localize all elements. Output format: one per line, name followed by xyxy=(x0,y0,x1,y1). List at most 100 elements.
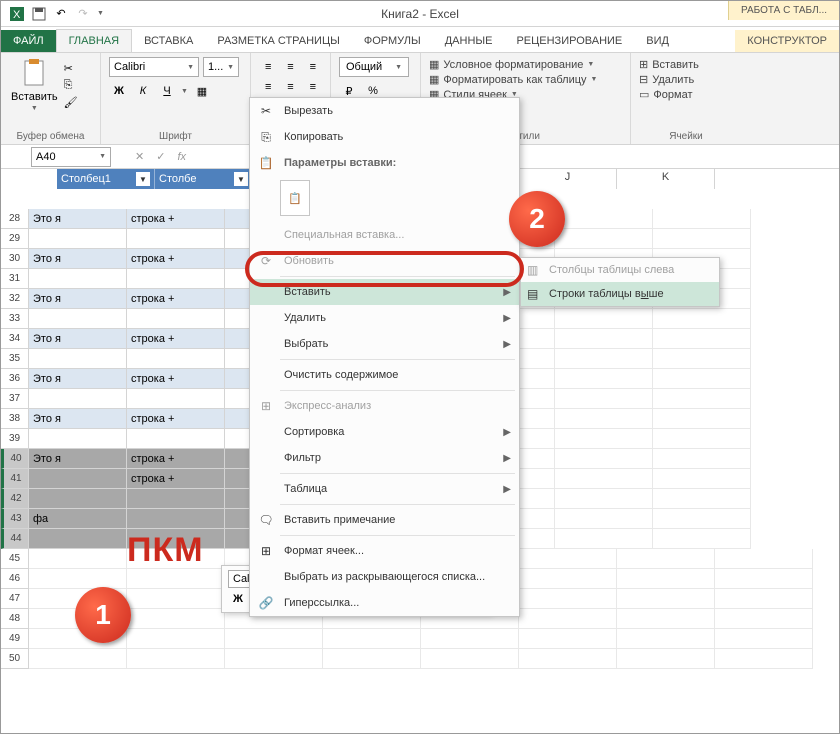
undo-icon[interactable]: ↶ xyxy=(53,6,69,22)
cell-empty[interactable] xyxy=(653,489,751,509)
sub-rows-above[interactable]: ▤Строки таблицы выше xyxy=(521,282,719,306)
cell-empty[interactable] xyxy=(653,369,751,389)
row-header[interactable]: 32 xyxy=(1,289,29,309)
cell[interactable]: строка + xyxy=(127,449,225,469)
format-as-table-button[interactable]: ▦Форматировать как таблицу▼ xyxy=(429,72,622,87)
cell-empty[interactable] xyxy=(715,549,813,569)
cell-empty[interactable] xyxy=(225,649,323,669)
cell-empty[interactable] xyxy=(555,369,653,389)
cell-empty[interactable] xyxy=(653,509,751,529)
cell[interactable] xyxy=(29,389,127,409)
ctx-copy[interactable]: ⎘Копировать xyxy=(250,124,519,150)
cell[interactable]: строка + xyxy=(127,369,225,389)
cell[interactable]: строка + xyxy=(127,209,225,229)
cell[interactable]: строка + xyxy=(127,289,225,309)
row-header[interactable]: 43 xyxy=(1,509,29,529)
cell-empty[interactable] xyxy=(653,309,751,329)
save-icon[interactable] xyxy=(31,6,47,22)
copy-icon[interactable]: ⎘ xyxy=(64,79,78,92)
cell-empty[interactable] xyxy=(127,649,225,669)
cell-empty[interactable] xyxy=(653,529,751,549)
align-top-icon[interactable]: ≡ xyxy=(259,57,277,77)
cell[interactable]: строка + xyxy=(127,329,225,349)
cell[interactable] xyxy=(127,309,225,329)
cell[interactable] xyxy=(127,229,225,249)
cell-empty[interactable] xyxy=(127,589,225,609)
cell[interactable]: Это я xyxy=(29,209,127,229)
ctx-delete[interactable]: Удалить▶ xyxy=(250,305,519,331)
row-header[interactable]: 34 xyxy=(1,329,29,349)
mini-bold[interactable]: Ж xyxy=(228,589,248,609)
cell-empty[interactable] xyxy=(715,649,813,669)
ctx-filter[interactable]: Фильтр▶ xyxy=(250,445,519,471)
row-header[interactable]: 30 xyxy=(1,249,29,269)
cell[interactable]: Это я xyxy=(29,409,127,429)
tab-page-layout[interactable]: РАЗМЕТКА СТРАНИЦЫ xyxy=(205,30,351,52)
cell-empty[interactable] xyxy=(519,629,617,649)
cut-icon[interactable]: ✂ xyxy=(64,62,78,75)
ctx-sort[interactable]: Сортировка▶ xyxy=(250,419,519,445)
format-painter-icon[interactable]: 🖌 xyxy=(64,96,78,109)
cell-empty[interactable] xyxy=(653,389,751,409)
row-header[interactable]: 33 xyxy=(1,309,29,329)
row-header[interactable]: 39 xyxy=(1,429,29,449)
paste-button[interactable]: Вставить ▼ xyxy=(9,57,60,114)
cell-empty[interactable] xyxy=(555,469,653,489)
cell[interactable]: Это я xyxy=(29,289,127,309)
row-header[interactable]: 38 xyxy=(1,409,29,429)
cell-empty[interactable] xyxy=(653,449,751,469)
cell[interactable] xyxy=(29,469,127,489)
ctx-hyperlink[interactable]: 🔗Гиперссылка... xyxy=(250,590,519,616)
cell[interactable] xyxy=(127,389,225,409)
cell-empty[interactable] xyxy=(555,209,653,229)
cell-empty[interactable] xyxy=(617,589,715,609)
cell-empty[interactable] xyxy=(653,409,751,429)
cell-empty[interactable] xyxy=(617,549,715,569)
cell-empty[interactable] xyxy=(421,629,519,649)
cell-empty[interactable] xyxy=(653,229,751,249)
cell-empty[interactable] xyxy=(555,429,653,449)
align-bot-icon[interactable]: ≡ xyxy=(304,57,322,77)
underline-button[interactable]: Ч xyxy=(157,81,177,101)
cell-empty[interactable] xyxy=(225,629,323,649)
cell-empty[interactable] xyxy=(127,569,225,589)
cell[interactable] xyxy=(29,349,127,369)
cell[interactable] xyxy=(29,229,127,249)
cell-empty[interactable] xyxy=(653,329,751,349)
tab-insert[interactable]: ВСТАВКА xyxy=(132,30,205,52)
row-header[interactable]: 42 xyxy=(1,489,29,509)
ctx-cut[interactable]: ✂Вырезать xyxy=(250,98,519,124)
cell-empty[interactable] xyxy=(715,609,813,629)
bold-button[interactable]: Ж xyxy=(109,81,129,101)
cell-empty[interactable] xyxy=(617,569,715,589)
cell-empty[interactable] xyxy=(715,569,813,589)
cell-empty[interactable] xyxy=(29,549,127,569)
cell-empty[interactable] xyxy=(555,489,653,509)
cell-empty[interactable] xyxy=(29,569,127,589)
row-header[interactable]: 40 xyxy=(1,449,29,469)
cell[interactable]: строка + xyxy=(127,249,225,269)
cell-empty[interactable] xyxy=(617,609,715,629)
cell-empty[interactable] xyxy=(617,629,715,649)
cell-empty[interactable] xyxy=(323,629,421,649)
font-name-select[interactable]: Calibri▼ xyxy=(109,57,199,77)
cell[interactable] xyxy=(127,349,225,369)
tab-home[interactable]: ГЛАВНАЯ xyxy=(56,29,132,52)
row-header[interactable]: 36 xyxy=(1,369,29,389)
row-header[interactable]: 48 xyxy=(1,609,29,629)
cell-empty[interactable] xyxy=(127,629,225,649)
cell-empty[interactable] xyxy=(519,549,617,569)
row-header[interactable]: 37 xyxy=(1,389,29,409)
cell-empty[interactable] xyxy=(555,409,653,429)
cell-empty[interactable] xyxy=(29,649,127,669)
tab-view[interactable]: ВИД xyxy=(634,30,681,52)
cell-empty[interactable] xyxy=(555,349,653,369)
cell-empty[interactable] xyxy=(715,629,813,649)
number-format-select[interactable]: Общий▼ xyxy=(339,57,409,77)
cell-empty[interactable] xyxy=(617,649,715,669)
cell-empty[interactable] xyxy=(555,389,653,409)
cell-empty[interactable] xyxy=(519,569,617,589)
row-header[interactable]: 44 xyxy=(1,529,29,549)
cells-insert-button[interactable]: ⊞Вставить xyxy=(639,57,733,72)
ctx-clear[interactable]: Очистить содержимое xyxy=(250,362,519,388)
